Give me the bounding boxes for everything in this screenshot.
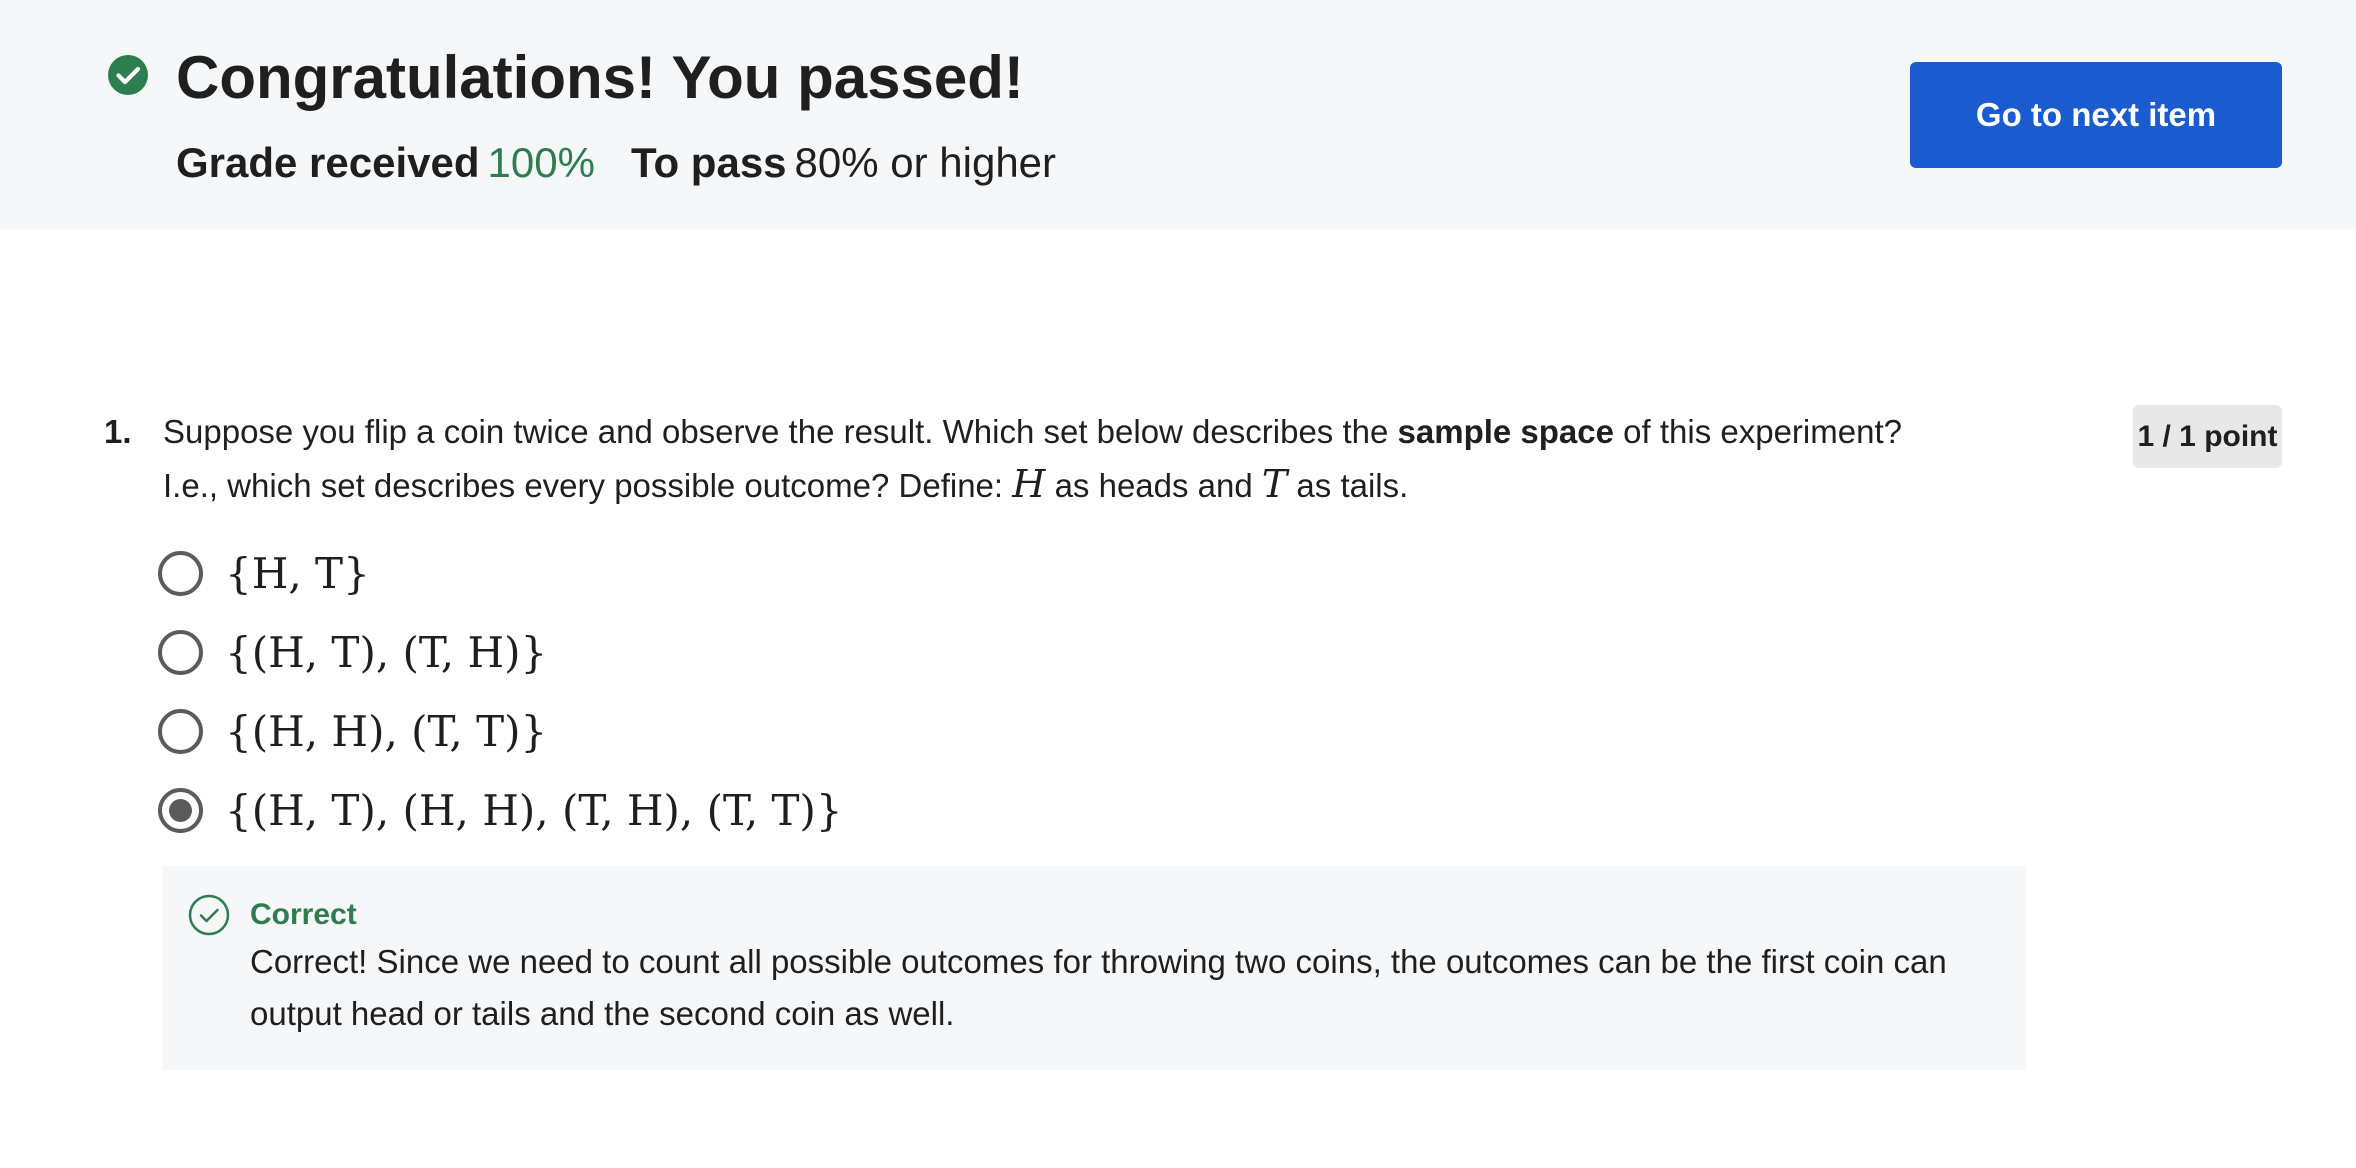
option-label: {H, T} (225, 548, 370, 598)
option-label: {(H, H), (T, T)} (225, 706, 548, 756)
grade-received-label: Grade received (176, 139, 480, 186)
option-4[interactable]: {(H, T), (H, H), (T, H), (T, T)} (158, 780, 843, 840)
result-banner: Congratulations! You passed! Grade recei… (0, 0, 2356, 229)
option-label: {(H, T), (H, H), (T, H), (T, T)} (225, 785, 843, 835)
grade-summary: Grade received 100% To pass 80% or higher (176, 135, 1056, 191)
grade-received-value: 100% (487, 139, 595, 186)
to-pass-value: 80% or higher (794, 139, 1057, 186)
question-text: Suppose you flip a coin twice and observ… (163, 413, 1902, 506)
math-var-h: H (1012, 462, 1046, 506)
option-1[interactable]: {H, T} (158, 543, 370, 603)
check-circle-icon (108, 55, 148, 95)
pass-title: Congratulations! You passed! (176, 44, 1024, 111)
check-circle-outline-icon (188, 894, 230, 936)
option-3[interactable]: {(H, H), (T, T)} (158, 701, 547, 761)
question-number: 1. (104, 413, 132, 450)
radio-button-selected[interactable] (158, 787, 203, 833)
radio-button[interactable] (158, 550, 203, 596)
math-var-t: T (1261, 462, 1288, 506)
go-to-next-item-button[interactable]: Go to next item (1910, 62, 2282, 168)
option-2[interactable]: {(H, T), (T, H)} (158, 622, 547, 682)
radio-button[interactable] (158, 629, 203, 675)
points-badge: 1 / 1 point (2133, 405, 2282, 468)
sample-space-bold: sample space (1397, 413, 1614, 450)
feedback-panel: Correct Correct! Since we need to count … (162, 866, 2026, 1070)
feedback-title: Correct (250, 898, 357, 931)
radio-button[interactable] (158, 708, 203, 754)
option-label: {(H, T), (T, H)} (225, 627, 548, 677)
to-pass-label: To pass (630, 139, 787, 186)
feedback-text: Correct! Since we need to count all poss… (250, 943, 1947, 1032)
